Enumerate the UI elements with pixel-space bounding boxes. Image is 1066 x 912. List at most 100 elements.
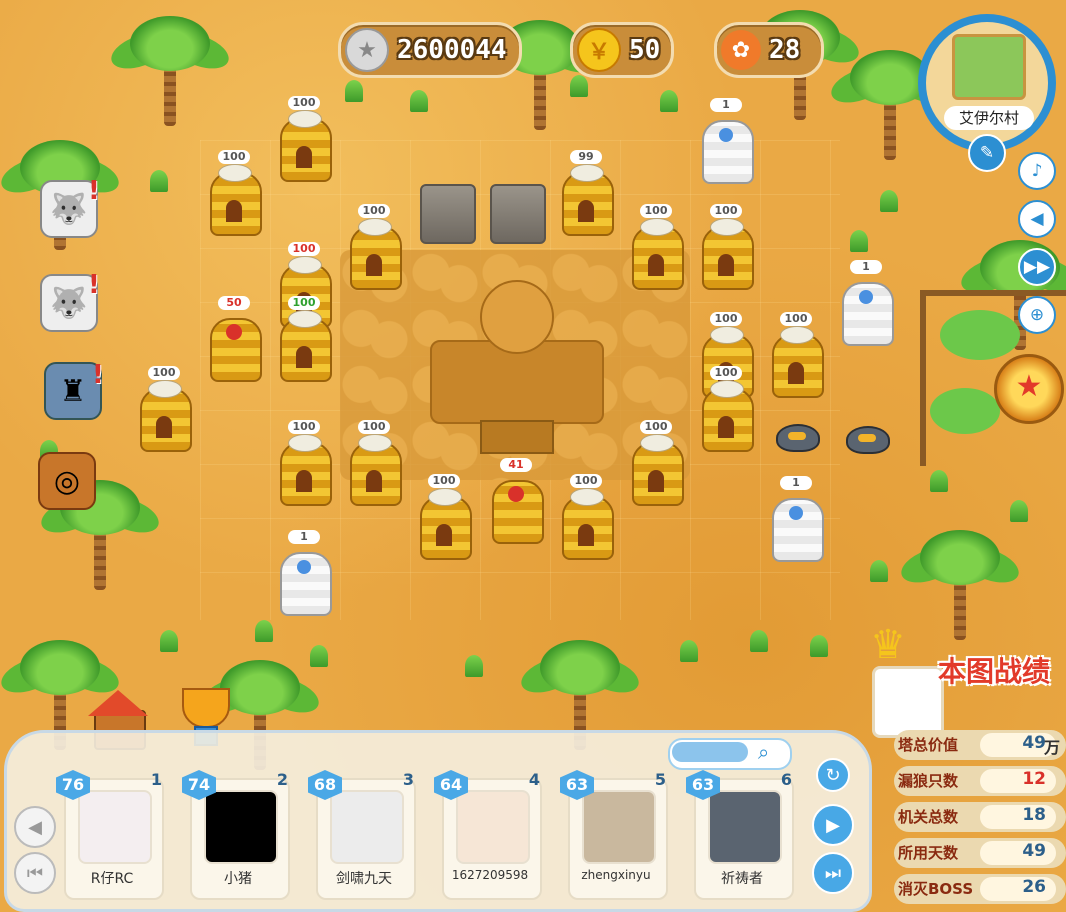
friend-rank: 4 <box>528 770 540 789</box>
first-page-button[interactable]: ⏮ <box>14 852 56 894</box>
tower[interactable]: 100 <box>696 204 756 294</box>
stat-wolves-leaked: 漏狼只数 12 <box>894 766 1066 796</box>
trophy-icon <box>182 688 230 728</box>
grass-sprout <box>810 635 828 657</box>
tower[interactable]: 100 <box>134 366 194 456</box>
tower[interactable]: 100 <box>696 366 756 456</box>
tower[interactable]: 100 <box>204 150 264 240</box>
map-scroll-icon <box>952 34 1026 100</box>
tower[interactable]: 100 <box>556 474 616 564</box>
friend-card[interactable]: 68 3 剑啸九天 <box>308 770 418 900</box>
friend-name: zhengxinyu <box>581 868 651 882</box>
search-input[interactable] <box>672 742 748 762</box>
stone-block <box>420 184 476 244</box>
grass-sprout <box>850 230 868 252</box>
stat-label: 消灭BOSS <box>898 880 974 898</box>
tower[interactable]: 1 <box>696 98 756 188</box>
avatar <box>78 790 152 864</box>
treasure-icon[interactable]: ◎ <box>38 452 96 510</box>
friend-rank: 1 <box>150 770 162 789</box>
palm-tree <box>896 520 1024 640</box>
stat-value: 26 <box>1022 877 1046 897</box>
friend-card[interactable]: 63 6 祈祷者 <box>686 770 796 900</box>
silver-counter: ★ 2600044 <box>338 22 522 78</box>
tower-level: 100 <box>570 474 602 488</box>
tower-level: 100 <box>640 204 672 218</box>
friend-name: 小猪 <box>224 871 252 887</box>
tower[interactable]: 1 <box>766 476 826 566</box>
tower[interactable]: 41 <box>486 458 546 548</box>
tower[interactable]: 100 <box>766 312 826 402</box>
alert-icon: ! <box>88 176 100 206</box>
stone-block <box>490 184 546 244</box>
tower-level: 1 <box>710 98 742 112</box>
friend-card[interactable]: 63 5 zhengxinyu <box>560 770 670 900</box>
grass-sprout <box>870 560 888 582</box>
tower[interactable]: 99 <box>556 150 616 240</box>
stat-bosses-killed: 消灭BOSS 26 <box>894 874 1066 904</box>
gold-counter: ￥ 50 <box>570 22 674 78</box>
friend-name: 祈祷者 <box>721 871 763 887</box>
stat-unit: 万 <box>1044 738 1061 757</box>
tower[interactable]: 50 <box>204 296 264 386</box>
sound-toggle-icon[interactable]: ◀ <box>1018 200 1056 238</box>
search-icon[interactable]: ⌕ <box>758 740 769 764</box>
tower[interactable]: 100 <box>344 204 404 294</box>
grass-sprout <box>465 655 483 677</box>
silver-value: 2600044 <box>397 35 507 65</box>
stats-title: 本图战绩 <box>938 655 1051 688</box>
stat-label: 所用天数 <box>898 844 959 862</box>
crown-icon: ♛ <box>870 622 906 668</box>
village-name: 艾伊尔村 <box>944 106 1034 130</box>
friend-name: R仔RC <box>90 871 134 887</box>
stat-tower-value: 塔总价值 49 万 <box>894 730 1066 760</box>
tower[interactable]: 100 <box>344 420 404 510</box>
tower[interactable]: 100 <box>626 420 686 510</box>
last-page-button[interactable]: ⏭ <box>812 852 854 894</box>
prev-page-button[interactable]: ◀ <box>14 806 56 848</box>
stat-value: 49 <box>1022 841 1046 861</box>
friend-card[interactable]: 74 2 小猪 <box>182 770 292 900</box>
wolf-enemy[interactable] <box>846 426 890 454</box>
avatar <box>330 790 404 864</box>
bonus-coin-icon[interactable]: ★ <box>994 354 1064 424</box>
tower-level: 100 <box>148 366 180 380</box>
tower-level: 41 <box>500 458 532 472</box>
tower[interactable]: 100 <box>626 204 686 294</box>
tower-level: 1 <box>288 530 320 544</box>
tower[interactable]: 100 <box>274 96 334 186</box>
next-page-button[interactable]: ▶ <box>812 804 854 846</box>
fast-forward-icon[interactable]: ▶▶ <box>1018 248 1056 286</box>
friend-card[interactable]: 76 1 R仔RC <box>56 770 166 900</box>
tower[interactable]: 100 <box>414 474 474 564</box>
grass-sprout <box>160 630 178 652</box>
stat-label: 机关总数 <box>898 808 959 826</box>
wolf-enemy[interactable] <box>776 424 820 452</box>
friend-card[interactable]: 64 4 1627209598 <box>434 770 544 900</box>
tower[interactable]: 1 <box>836 260 896 350</box>
grass-sprout <box>1010 500 1028 522</box>
music-toggle-icon[interactable]: ♪ <box>1018 152 1056 190</box>
tower-level: 100 <box>640 420 672 434</box>
stat-label: 漏狼只数 <box>898 772 959 790</box>
friend-rank: 2 <box>276 770 288 789</box>
friend-rank: 6 <box>780 770 792 789</box>
tower[interactable]: 1 <box>274 530 334 620</box>
tower[interactable]: 100 <box>274 420 334 510</box>
palm-tree <box>106 6 234 126</box>
refresh-icon[interactable]: ↻ <box>816 758 850 792</box>
gold-value: 50 <box>629 35 661 65</box>
tower-level: 100 <box>358 420 390 434</box>
grass-sprout <box>310 645 328 667</box>
tower-level: 100 <box>218 150 250 164</box>
flower-value: 28 <box>769 35 801 65</box>
grass-sprout <box>345 80 363 102</box>
player-avatar <box>872 666 944 738</box>
tower[interactable]: 100 <box>274 296 334 386</box>
grass-sprout <box>880 190 898 212</box>
tower-level: 50 <box>218 296 250 310</box>
tower-level: 100 <box>288 296 320 310</box>
tower-level: 100 <box>358 204 390 218</box>
gold-coin-icon: ￥ <box>577 28 621 72</box>
feather-icon[interactable]: ✎ <box>968 134 1006 172</box>
